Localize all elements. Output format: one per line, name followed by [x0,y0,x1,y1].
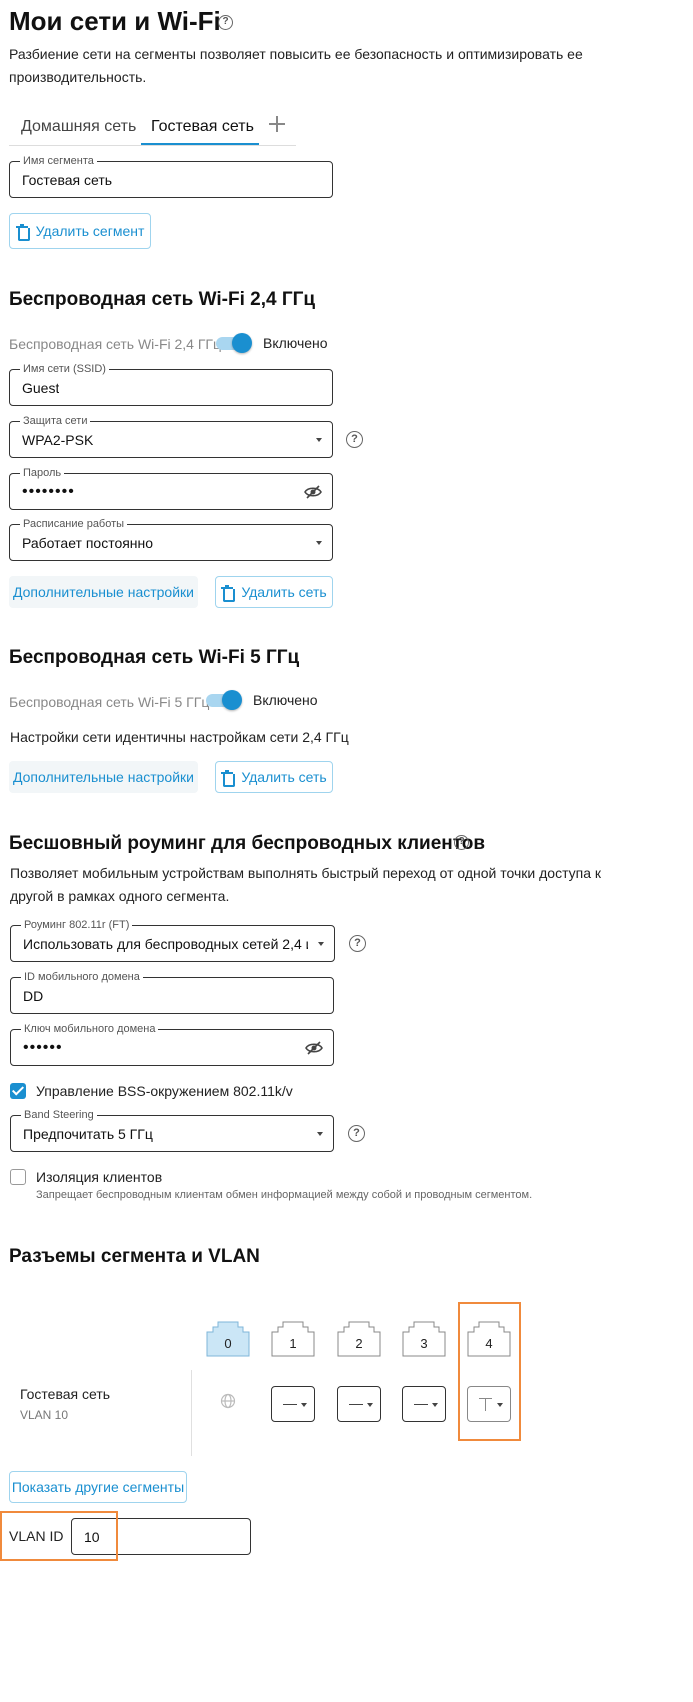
wifi24-advanced-button[interactable]: Дополнительные настройки [9,576,198,608]
help-icon[interactable]: ? [218,15,233,30]
band-steering-select[interactable]: Band Steering Предпочитать 5 ГГц [10,1108,334,1152]
port-number: 1 [289,1336,297,1351]
add-tab-icon[interactable] [269,116,285,132]
schedule-value: Работает постоянно [22,534,154,551]
port-3: 3 [402,1321,446,1357]
roaming-description: Позволяет мобильным устройствам выполнят… [10,865,602,904]
delete-segment-label: Удалить сегмент [35,223,145,239]
wifi5-title: Беспроводная сеть Wi-Fi 5 ГГц [9,647,300,668]
wifi24-delete-button[interactable]: Удалить сеть [215,576,333,608]
page-description: Разбиение сети на сегменты позволяет пов… [9,46,583,85]
port-0: 0 [206,1321,250,1357]
page-title: Мои сети и Wi-Fi [9,6,221,36]
wifi5-toggle-label: Беспроводная сеть Wi-Fi 5 ГГц [9,694,210,710]
roaming-ft-select[interactable]: Роуминг 802.11r (FT) Использовать для бе… [10,918,335,962]
wifi5-delete-label: Удалить сеть [241,769,327,785]
eye-off-icon[interactable] [305,1040,323,1056]
port-1-mode-select[interactable] [271,1386,315,1422]
trash-icon [15,223,30,241]
ssid-field[interactable]: Имя сети (SSID) Guest [9,362,333,406]
help-icon[interactable]: ? [346,431,363,448]
wifi24-toggle-state: Включено [263,335,328,351]
wifi5-toggle[interactable] [206,689,242,711]
domain-id-field[interactable]: ID мобильного домена DD [10,970,334,1014]
chevron-down-icon [316,540,322,545]
password-field[interactable]: Пароль •••••••• [9,466,333,510]
security-value: WPA2-PSK [22,431,94,448]
eye-off-icon[interactable] [304,484,322,500]
show-other-segments-button[interactable]: Показать другие сегменты [9,1471,187,1503]
wifi24-toggle[interactable] [216,332,252,354]
help-icon[interactable]: ? [348,1125,365,1142]
port-number: 3 [420,1336,428,1351]
ports-title: Разъемы сегмента и VLAN [9,1246,260,1267]
tab-home-network[interactable]: Домашняя сеть [21,118,136,136]
port-1: 1 [271,1321,315,1357]
isolation-label: Изоляция клиентов [36,1169,163,1185]
port-2-mode-select[interactable] [337,1386,381,1422]
segment-row-vlan: VLAN 10 [20,1408,69,1422]
wifi5-advanced-button[interactable]: Дополнительные настройки [9,761,198,793]
wifi24-delete-label: Удалить сеть [241,584,327,600]
isolation-description: Запрещает беспроводным клиентам обмен ин… [36,1189,533,1201]
tabs-divider [9,145,296,146]
vlan-id-highlight [0,1511,118,1561]
wifi5-delete-button[interactable]: Удалить сеть [215,761,333,793]
chevron-down-icon [318,941,324,946]
wifi5-toggle-state: Включено [253,692,318,708]
isolation-checkbox[interactable] [10,1169,26,1185]
help-icon[interactable]: ? [349,935,366,952]
row-divider [191,1370,192,1456]
roaming-title: Бесшовный роуминг для беспроводных клиен… [9,833,486,854]
band-steering-value: Предпочитать 5 ГГц [23,1125,153,1142]
domain-key-value: •••••• [23,1038,63,1056]
bss-checkbox[interactable] [10,1083,26,1099]
domain-key-field[interactable]: Ключ мобильного домена •••••• [10,1022,334,1066]
wifi24-toggle-label: Беспроводная сеть Wi-Fi 2,4 ГГц [9,336,222,352]
chevron-down-icon [317,1131,323,1136]
segment-name-field[interactable]: Имя сегмента Гостевая сеть [9,154,333,198]
trash-icon [221,769,236,787]
port-number: 2 [355,1336,363,1351]
schedule-select[interactable]: Расписание работы Работает постоянно [9,517,333,561]
tab-guest-network[interactable]: Гостевая сеть [151,118,254,136]
port-3-mode-select[interactable] [402,1386,446,1422]
port-4-highlight [458,1302,521,1441]
wifi24-title: Беспроводная сеть Wi-Fi 2,4 ГГц [9,289,316,310]
bss-label: Управление BSS-окружением 802.11k/v [36,1083,293,1099]
ssid-value: Guest [22,379,60,396]
chevron-down-icon [316,437,322,442]
segment-row-name: Гостевая сеть [20,1386,111,1402]
password-value: •••••••• [22,482,75,500]
security-select[interactable]: Защита сети WPA2-PSK [9,414,333,458]
delete-segment-button[interactable]: Удалить сегмент [9,213,151,249]
help-icon[interactable]: ? [454,835,469,850]
roaming-ft-value: Использовать для беспроводных сетей 2,4 … [23,935,308,952]
port-number: 0 [224,1336,232,1351]
wifi5-note: Настройки сети идентичны настройкам сети… [10,729,349,745]
trash-icon [221,584,236,602]
port-2: 2 [337,1321,381,1357]
domain-id-value: DD [23,987,44,1004]
globe-icon [220,1393,236,1409]
segment-name-value: Гостевая сеть [22,171,113,188]
